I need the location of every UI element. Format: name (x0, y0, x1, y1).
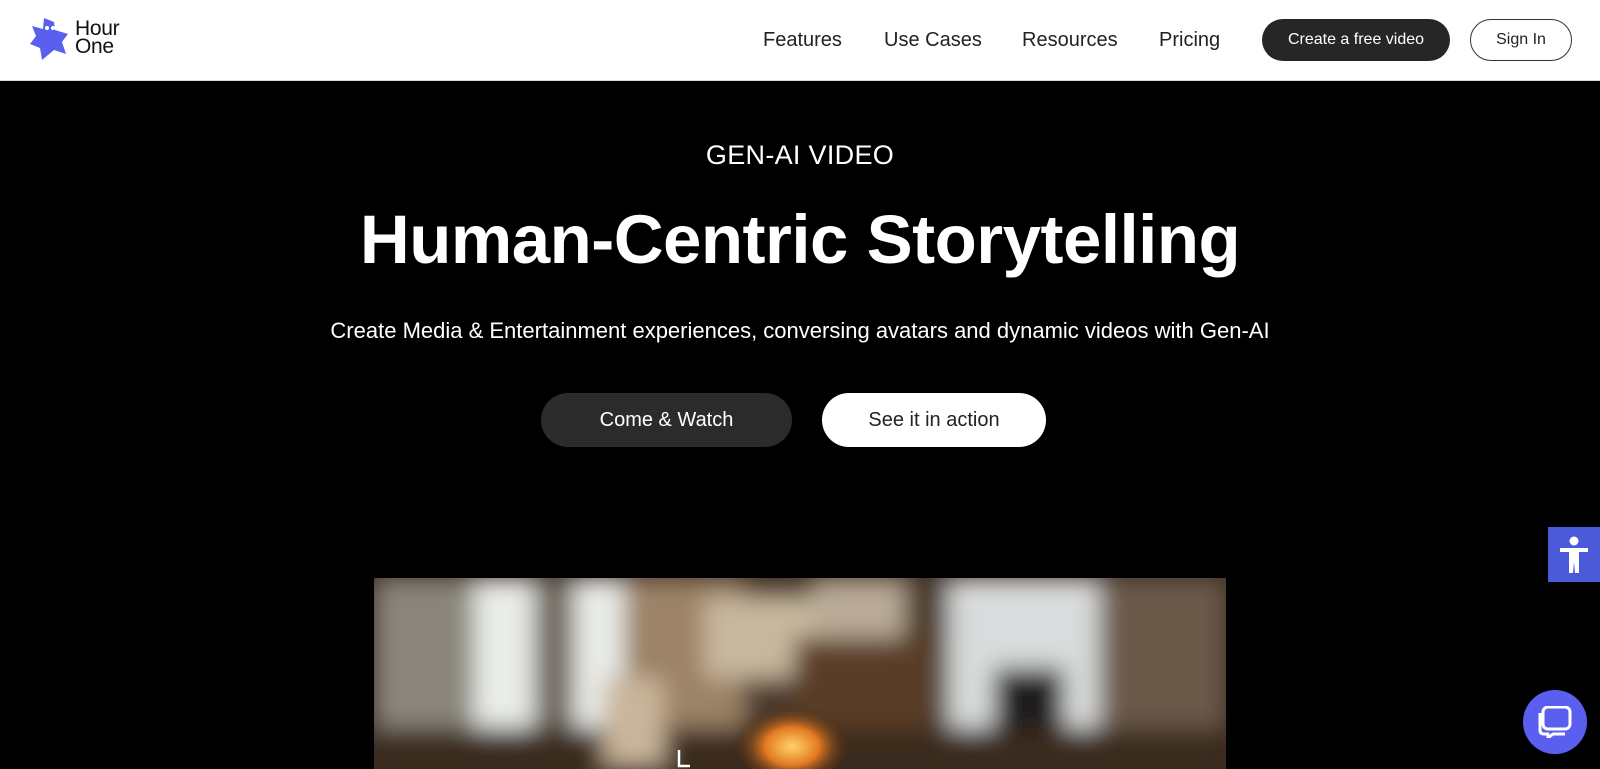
hero-eyebrow: GEN-AI VIDEO (705, 140, 895, 170)
sign-in-button[interactable]: Sign In (1470, 19, 1572, 61)
logo-line-2: One (75, 35, 114, 58)
chat-icon (1538, 706, 1572, 738)
come-and-watch-button[interactable]: Come & Watch (541, 393, 792, 447)
site-header: Hour One Features Use Cases Resources Pr… (0, 0, 1600, 81)
nav-pricing[interactable]: Pricing (1159, 27, 1220, 53)
hero-video[interactable] (374, 578, 1226, 769)
hour-one-logo-icon (30, 18, 68, 60)
hour-one-logo[interactable]: Hour One (28, 16, 138, 62)
accessibility-icon (1560, 536, 1588, 573)
hero-subtitle: Create Media & Entertainment experiences… (330, 318, 1270, 343)
blurred-room-scene-icon (374, 578, 1226, 769)
nav-resources[interactable]: Resources (1022, 27, 1118, 53)
nav-use-cases[interactable]: Use Cases (884, 27, 982, 53)
create-free-video-button[interactable]: Create a free video (1262, 19, 1450, 61)
logo-wordmark: Hour One (75, 18, 120, 58)
nav-features[interactable]: Features (763, 27, 842, 53)
see-it-in-action-button[interactable]: See it in action (822, 393, 1046, 447)
accessibility-button[interactable] (1548, 527, 1600, 582)
hero-title: Human-Centric Storytelling (359, 201, 1241, 278)
chat-widget-button[interactable] (1523, 690, 1587, 754)
